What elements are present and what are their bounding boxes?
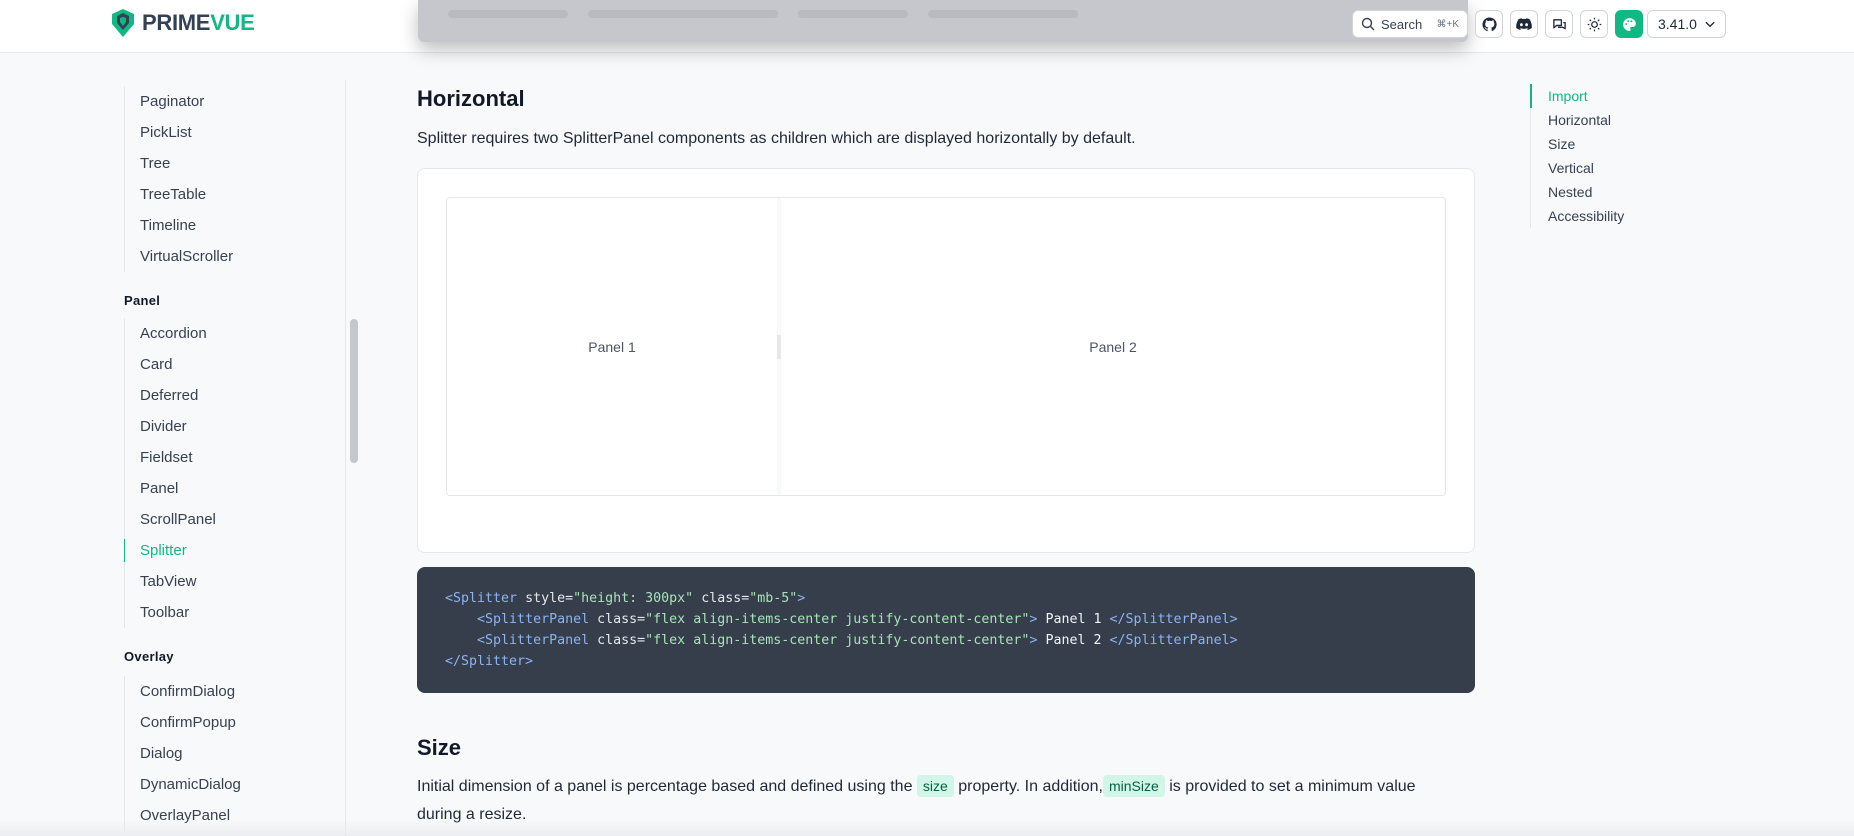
- horizontal-description: Splitter requires two SplitterPanel comp…: [417, 130, 1136, 147]
- section-title-horizontal: Horizontal: [417, 86, 525, 111]
- sidebar-item-confirmpopup[interactable]: ConfirmPopup: [125, 707, 334, 738]
- table-of-contents: Import Horizontal Size Vertical Nested A…: [1530, 84, 1650, 228]
- toc-item-import[interactable]: Import: [1530, 84, 1650, 108]
- section-title-size: Size: [417, 735, 462, 760]
- sidebar-item-splitter[interactable]: Splitter: [124, 535, 334, 566]
- version-label: 3.41.0: [1658, 16, 1697, 32]
- toc-item-nested[interactable]: Nested: [1531, 180, 1650, 204]
- theme-config-button[interactable]: [1615, 10, 1643, 38]
- search-shortcut: ⌘+K: [1436, 18, 1459, 30]
- sidebar-group-data: Paginator PickList Tree TreeTable Timeli…: [124, 86, 334, 272]
- splitter-panel-2: Panel 2: [781, 198, 1445, 495]
- splitter-panel-1: Panel 1: [447, 198, 777, 495]
- sidebar-item-toolbar[interactable]: Toolbar: [125, 597, 334, 628]
- discord-button[interactable]: [1510, 10, 1538, 38]
- primevue-logo[interactable]: PRIMEVUE: [110, 8, 255, 38]
- sidebar-nav: Paginator PickList Tree TreeTable Timeli…: [110, 80, 346, 836]
- theme-toggle-button[interactable]: [1580, 10, 1608, 38]
- sidebar-item-scrollpanel[interactable]: ScrollPanel: [125, 504, 334, 535]
- github-button[interactable]: [1475, 10, 1503, 38]
- sidebar-item-dialog[interactable]: Dialog: [125, 738, 334, 769]
- github-icon: [1481, 16, 1497, 31]
- version-dropdown[interactable]: 3.41.0: [1647, 10, 1726, 38]
- panel-1-label: Panel 1: [588, 338, 636, 355]
- sun-icon: [1587, 17, 1601, 31]
- palette-icon: [1622, 17, 1636, 31]
- forum-button[interactable]: [1545, 10, 1573, 38]
- bottom-fade: [0, 820, 1854, 836]
- sidebar-item-panel[interactable]: Panel: [125, 473, 334, 504]
- sidebar-heading-panel: Panel: [124, 293, 161, 308]
- sidebar-item-card[interactable]: Card: [125, 349, 334, 380]
- sidebar-group-panel: Accordion Card Deferred Divider Fieldset…: [124, 318, 334, 628]
- code-chip-size: size: [916, 775, 954, 797]
- code-chip-minsize: minSize: [1102, 775, 1165, 797]
- code-block: <Splitter style="height: 300px" class="m…: [417, 567, 1475, 693]
- sidebar-item-tabview[interactable]: TabView: [125, 566, 334, 597]
- sidebar-item-fieldset[interactable]: Fieldset: [125, 442, 334, 473]
- sidebar-item-dynamicdialog[interactable]: DynamicDialog: [125, 769, 334, 800]
- code-line-2: <SplitterPanel class="flex align-items-c…: [477, 612, 1238, 627]
- sidebar-item-divider[interactable]: Divider: [125, 411, 334, 442]
- splitter-demo-card: Panel 1 Panel 2: [417, 168, 1475, 553]
- sidebar-scrollbar-thumb[interactable]: [350, 319, 358, 463]
- code-line-1: <Splitter style="height: 300px" class="m…: [445, 591, 806, 606]
- toc-item-accessibility[interactable]: Accessibility: [1531, 204, 1650, 228]
- search-button[interactable]: Search ⌘+K: [1352, 10, 1468, 38]
- toc-item-size[interactable]: Size: [1531, 132, 1650, 156]
- search-icon: [1361, 17, 1375, 31]
- forum-icon: [1552, 18, 1566, 29]
- sidebar-item-deferred[interactable]: Deferred: [125, 380, 334, 411]
- toc-item-vertical[interactable]: Vertical: [1531, 156, 1650, 180]
- sidebar-item-paginator[interactable]: Paginator: [125, 86, 334, 117]
- discord-icon: [1516, 17, 1532, 30]
- splitter-gutter-handle[interactable]: [777, 335, 781, 359]
- splitter-horizontal: Panel 1 Panel 2: [446, 197, 1446, 496]
- toc-item-horizontal[interactable]: Horizontal: [1531, 108, 1650, 132]
- splitter-gutter[interactable]: [777, 198, 781, 495]
- search-label: Search: [1381, 16, 1423, 32]
- sidebar-item-confirmdialog[interactable]: ConfirmDialog: [125, 676, 334, 707]
- chevron-down-icon: [1705, 21, 1715, 27]
- panel-2-label: Panel 2: [1089, 338, 1137, 355]
- sidebar-item-accordion[interactable]: Accordion: [125, 318, 334, 349]
- sidebar-item-picklist[interactable]: PickList: [125, 117, 334, 148]
- sidebar-group-overlay: ConfirmDialog ConfirmPopup Dialog Dynami…: [124, 676, 334, 831]
- sidebar-item-virtualscroller[interactable]: VirtualScroller: [125, 241, 334, 272]
- primevue-logo-icon: [112, 9, 134, 37]
- top-bar: PRIMEVUE Search ⌘+K 3.41.0: [0, 0, 1854, 53]
- sidebar-item-treetable[interactable]: TreeTable: [125, 179, 334, 210]
- sidebar-item-timeline[interactable]: Timeline: [125, 210, 334, 241]
- sidebar-heading-overlay: Overlay: [124, 649, 174, 664]
- logo-wordmark: PRIMEVUE: [142, 10, 255, 35]
- overlay-card-edge: [418, 0, 1468, 42]
- code-line-3: <SplitterPanel class="flex align-items-c…: [477, 633, 1238, 648]
- code-line-4: </Splitter>: [445, 654, 534, 669]
- sidebar-item-tree[interactable]: Tree: [125, 148, 334, 179]
